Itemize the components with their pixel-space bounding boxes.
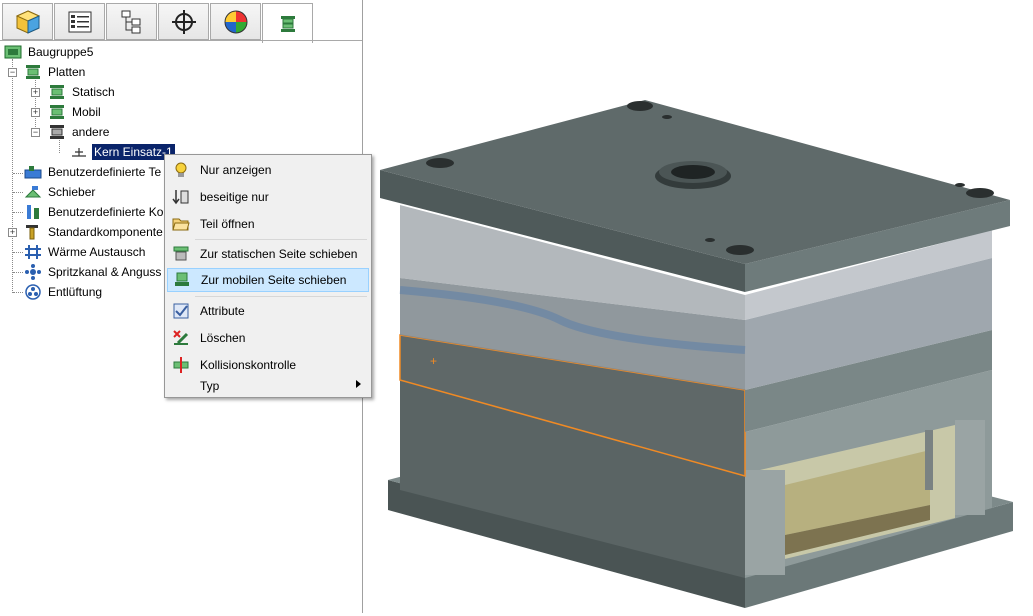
expand-toggle[interactable]: + — [31, 88, 40, 97]
menu-label: Teil öffnen — [200, 217, 255, 231]
tree-label: Platten — [48, 65, 86, 79]
menu-item-statische-seite[interactable]: Zur statischen Seite schieben — [167, 242, 369, 266]
tree-label: Statisch — [72, 85, 115, 99]
tree-label: Spritzkanal & Anguss — [48, 265, 162, 279]
hide-others-icon — [172, 190, 189, 205]
tab-structure[interactable] — [106, 3, 157, 40]
menu-label: Zur mobilen Seite schieben — [201, 273, 347, 287]
tree-item-kern-einsatz[interactable]: Kern Einsatz-1 — [70, 143, 175, 161]
tab-part[interactable] — [2, 3, 53, 40]
tree-label: Benutzerdefinierte Ko — [48, 205, 164, 219]
tree-item-mobil[interactable]: Mobil — [48, 103, 103, 121]
tab-appearance[interactable] — [210, 3, 261, 40]
runner-icon — [25, 264, 41, 280]
tree-line — [13, 192, 23, 193]
tree-item-schieber[interactable]: Schieber — [24, 183, 97, 201]
menu-item-teil-oeffnen[interactable]: Teil öffnen — [167, 212, 369, 236]
menu-label: beseitige nur — [200, 190, 269, 204]
3d-viewport[interactable]: + — [363, 0, 1033, 613]
tree-item-statisch[interactable]: Statisch — [48, 83, 117, 101]
property-list-icon — [68, 11, 91, 32]
tree-item-waerme[interactable]: Wärme Austausch — [24, 243, 147, 261]
menu-separator — [195, 239, 367, 240]
plates-icon — [50, 85, 64, 99]
static-side-icon — [173, 246, 189, 261]
tree-label: Entlüftung — [48, 285, 103, 299]
collapse-toggle[interactable]: − — [8, 68, 17, 77]
tree-label: Wärme Austausch — [48, 245, 146, 259]
custom-component-icon — [27, 205, 39, 219]
menu-item-attribute[interactable]: Attribute — [167, 299, 369, 323]
tree-line — [13, 272, 23, 273]
menu-item-mobile-seite[interactable]: Zur mobilen Seite schieben — [167, 268, 369, 292]
standard-component-icon — [26, 225, 38, 240]
plates-icon — [50, 105, 64, 119]
tree-item-standardkomponente[interactable]: Standardkomponente — [24, 223, 165, 241]
open-folder-icon — [172, 218, 190, 231]
tree-label: andere — [72, 125, 110, 139]
menu-label: Löschen — [200, 331, 246, 345]
tree-item-benutzer-ko[interactable]: Benutzerdefinierte Ko — [24, 203, 165, 221]
insert-part-icon — [72, 148, 86, 157]
lightbulb-icon — [175, 162, 187, 177]
tree-label: Benutzerdefinierte Te — [48, 165, 162, 179]
expand-toggle[interactable]: + — [31, 108, 40, 117]
tree-item-entlueftung[interactable]: Entlüftung — [24, 283, 104, 301]
tree-line — [59, 140, 60, 153]
menu-separator — [195, 296, 367, 297]
tree-line — [12, 59, 13, 293]
menu-label: Typ — [200, 379, 220, 393]
tree-item-platten[interactable]: Platten — [24, 63, 87, 81]
tree-label: Kern Einsatz-1 — [92, 144, 175, 160]
color-wheel-icon — [224, 10, 247, 33]
menu-label: Kollisionskontrolle — [200, 358, 297, 372]
tree-item-andere[interactable]: andere — [48, 123, 111, 141]
tree-line — [13, 212, 23, 213]
tree-line — [13, 252, 23, 253]
tree-item-spritzkanal[interactable]: Spritzkanal & Anguss — [24, 263, 163, 281]
submenu-arrow-icon — [356, 380, 361, 388]
delete-icon — [173, 330, 189, 345]
menu-item-nur-anzeigen[interactable]: Nur anzeigen — [167, 158, 369, 182]
plates-icon — [26, 65, 40, 79]
context-menu: Nur anzeigen beseitige nur Teil öffnen Z… — [164, 154, 372, 398]
vent-icon — [25, 284, 41, 300]
tab-strip — [2, 3, 314, 43]
tree-item-benutzer-teile[interactable]: Benutzerdefinierte Te — [24, 163, 163, 181]
menu-label: Nur anzeigen — [200, 163, 272, 177]
custom-parts-icon — [24, 166, 42, 179]
attribute-icon — [173, 303, 189, 319]
assembly-icon — [4, 45, 22, 59]
moving-side-icon — [175, 272, 189, 286]
plates-icon — [50, 125, 64, 139]
tree-line — [13, 292, 23, 293]
tab-origin[interactable] — [158, 3, 209, 40]
menu-label: Zur statischen Seite schieben — [200, 247, 358, 261]
heat-exchange-icon — [25, 245, 41, 259]
tree-label: Standardkomponente — [48, 225, 163, 239]
collapse-toggle[interactable]: − — [31, 128, 40, 137]
tree-structure-icon — [121, 10, 140, 33]
expand-toggle[interactable]: + — [8, 228, 17, 237]
mold-assembly-icon — [280, 15, 295, 32]
tab-mold[interactable] — [262, 3, 313, 43]
tab-properties[interactable] — [54, 3, 105, 40]
tree-label: Schieber — [48, 185, 96, 199]
menu-label: Attribute — [200, 304, 245, 318]
tree-line — [13, 173, 23, 174]
tree-item-root[interactable]: Baugruppe5 — [4, 43, 95, 61]
collision-check-icon — [173, 357, 189, 373]
menu-item-beseitige-nur[interactable]: beseitige nur — [167, 185, 369, 209]
crosshair-icon — [171, 9, 196, 34]
part-cube-icon — [15, 9, 40, 34]
menu-item-typ[interactable]: Typ — [167, 374, 369, 398]
tab-underline — [0, 40, 362, 41]
tree-label: Baugruppe5 — [28, 45, 94, 59]
slider-icon — [24, 186, 42, 198]
tree-label: Mobil — [72, 105, 101, 119]
mold-model: + — [380, 100, 1013, 608]
svg-text:+: + — [430, 354, 437, 368]
menu-item-loeschen[interactable]: Löschen — [167, 326, 369, 350]
